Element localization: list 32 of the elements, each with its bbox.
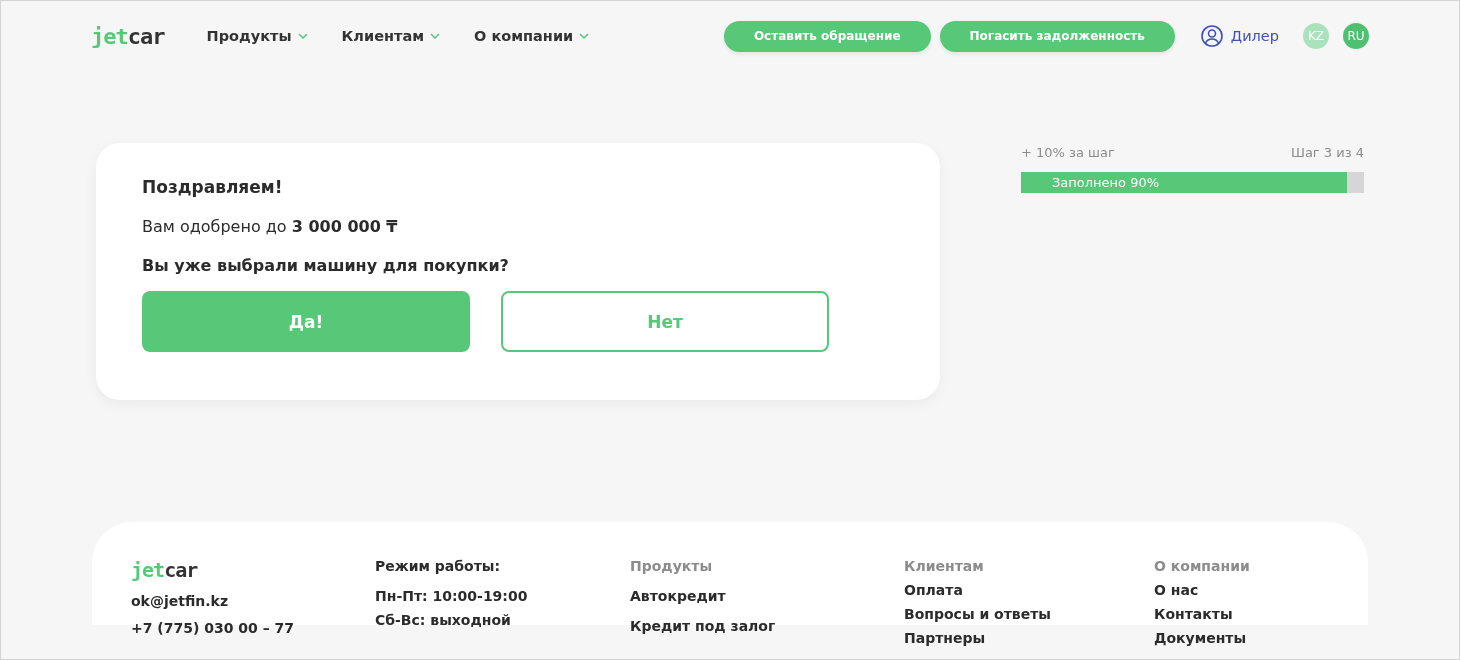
footer-link[interactable]: Кредит под залог [630, 618, 904, 634]
progress-label: Заполнено 90% [1051, 175, 1160, 190]
bonus-text: + 10% за шаг [1021, 145, 1115, 160]
phone-text: +7 (775) 030 00 – 77 [131, 620, 296, 636]
hours-text: Сб-Вс: выходной [375, 612, 512, 628]
step-counter: Шаг 3 из 4 [1291, 145, 1364, 160]
nav-menu[interactable]: Продукты [206, 28, 308, 44]
chevron-icon [297, 33, 308, 39]
nav-menu[interactable]: Клиентам [341, 28, 441, 44]
footer-heading: О компании [1154, 558, 1251, 574]
offer-title: Поздравляем! [142, 177, 284, 197]
chevron-icon [579, 33, 590, 39]
nav-menu[interactable]: О компании [474, 28, 590, 44]
footer-link[interactable]: Контакты [1154, 606, 1354, 622]
footer-heading: Продукты [630, 558, 714, 574]
logo[interactable]: jetcar [131, 558, 375, 582]
hours-title: Режим работы: [375, 558, 502, 574]
footer-heading: Клиентам [904, 558, 985, 574]
footer-link[interactable]: Вопросы и ответы [904, 606, 1154, 622]
approval-text: Вам одобрено до 3 000 000 ₸ [142, 217, 399, 236]
chevron-icon [430, 33, 441, 39]
email-text: ok@jetfin.kz [131, 593, 230, 609]
logo[interactable]: jetcar [91, 23, 165, 49]
question-text: Вы уже выбрали машину для покупки? [142, 256, 510, 275]
footer-link[interactable]: Партнеры [904, 630, 1154, 646]
hours-text: Пн-Пт: 10:00-19:00 [375, 588, 529, 604]
footer-link[interactable]: Документы [1154, 630, 1354, 646]
user-icon[interactable] [1200, 25, 1223, 47]
footer-link[interactable]: О нас [1154, 582, 1354, 598]
footer-link[interactable]: Автокредит [630, 588, 904, 604]
account-link[interactable]: Дилер [1230, 28, 1279, 44]
footer-link[interactable]: Оплата [904, 582, 1154, 598]
